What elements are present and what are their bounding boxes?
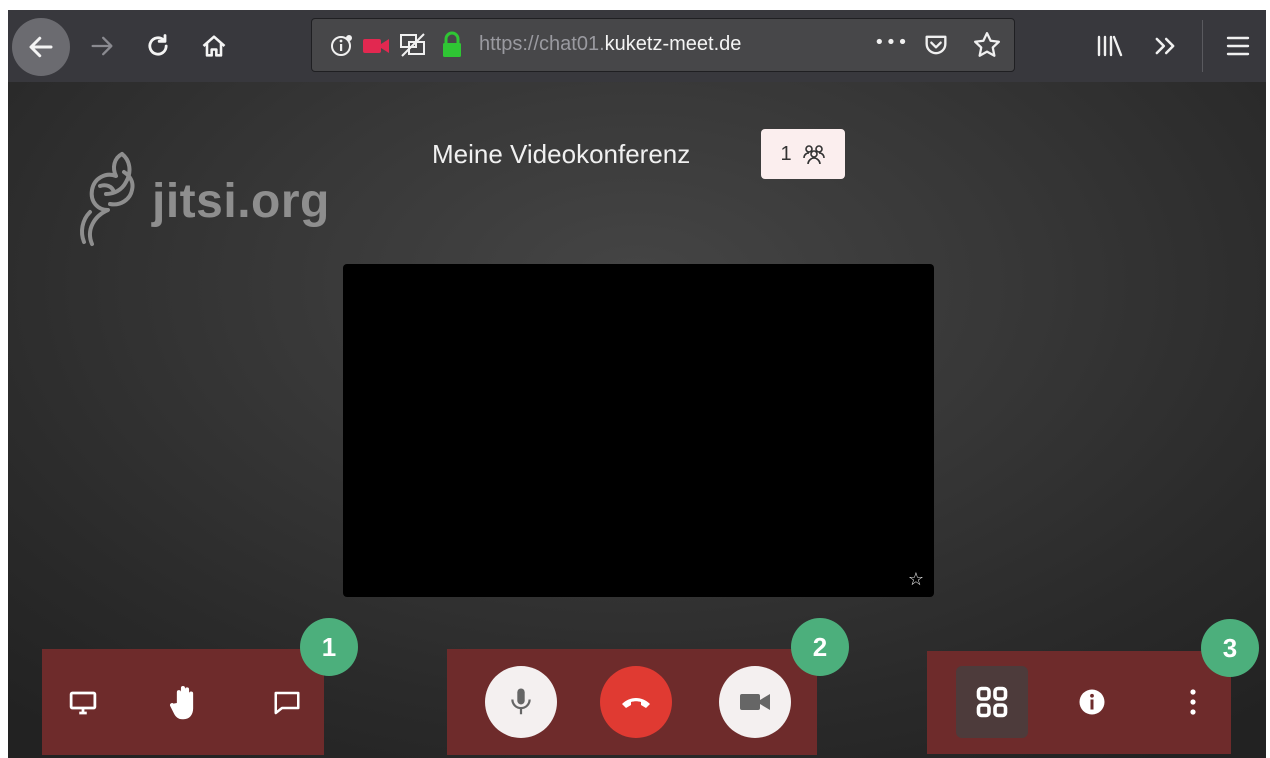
lock-icon[interactable] [440,31,464,63]
back-button[interactable] [12,18,70,76]
app-menu-button[interactable] [1216,24,1260,68]
chat-icon [274,691,300,715]
hamburger-icon [1226,36,1250,56]
overflow-menu-button[interactable] [1143,24,1187,68]
star-icon[interactable]: ☆ [908,571,924,589]
library-icon [1097,35,1123,57]
pocket-icon[interactable] [922,31,950,63]
url-prefix: https://chat01. [479,33,605,55]
toolbar-separator [1202,20,1203,72]
info-icon[interactable] [330,33,354,61]
tile-view-button[interactable] [956,666,1028,738]
annotation-badge-2: 2 [791,618,849,676]
raise-hand-button[interactable] [160,676,210,730]
annotation-badge-3: 3 [1201,619,1259,677]
microphone-icon [511,688,531,715]
browser-toolbar: https://chat01.kuketz-meet.de ••• [8,10,1266,82]
more-options-button[interactable] [1168,677,1218,727]
screen-share-blocked-icon[interactable] [399,32,427,62]
reload-icon [148,34,168,56]
room-name: Meine Videokonferenz [432,139,691,169]
toolbox-left-group [42,649,324,755]
participant-count-badge[interactable]: 1 [761,129,845,179]
url-text[interactable]: https://chat01.kuketz-meet.de [479,33,741,56]
arrow-left-icon [29,36,53,58]
double-chevron-right-icon [1155,37,1175,55]
forward-button[interactable] [80,24,124,68]
annotation-badge-1: 1 [300,618,358,676]
page-actions-button[interactable]: ••• [874,32,909,53]
reload-button[interactable] [136,24,180,68]
monitor-icon [69,691,97,715]
hangup-icon [622,698,650,708]
local-video[interactable]: ☆ [343,264,934,597]
meeting-page: jitsi.org Meine Videokonferenz 1 ☆ 1 2 3 [8,82,1266,758]
vertical-ellipsis-icon [1190,689,1196,715]
hangup-button[interactable] [600,666,672,738]
participants-icon [802,145,825,165]
chat-button[interactable] [262,678,312,728]
grid-icon [976,686,1008,718]
jitsi-logo[interactable]: jitsi.org [70,146,330,256]
hand-icon [169,686,194,720]
camera-button[interactable] [719,666,791,738]
library-button[interactable] [1088,24,1132,68]
toolbox-right-group [927,651,1231,754]
url-domain: kuketz-meet.de [604,33,742,55]
logo-text: jitsi.org [152,174,330,228]
microphone-button[interactable] [485,666,557,738]
camera-permission-icon[interactable] [362,37,390,59]
jitsi-logo-icon [80,152,135,246]
browser-window: https://chat01.kuketz-meet.de ••• jitsi.… [8,10,1266,758]
home-button[interactable] [192,24,236,68]
info-button[interactable] [1067,677,1117,727]
bookmark-star-icon[interactable] [972,30,1002,64]
arrow-right-icon [91,36,113,56]
video-camera-icon [740,694,770,710]
toolbox-center-group [447,649,817,755]
address-bar[interactable]: https://chat01.kuketz-meet.de ••• [311,18,1015,72]
participant-count: 1 [780,142,792,165]
info-circle-icon [1079,689,1105,715]
home-icon [202,35,226,57]
screen-share-button[interactable] [58,678,108,728]
